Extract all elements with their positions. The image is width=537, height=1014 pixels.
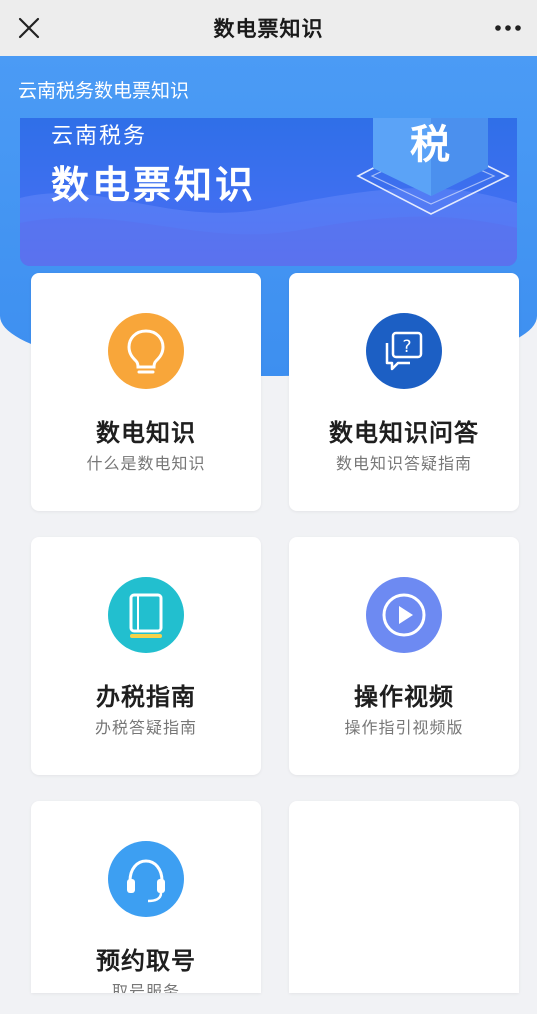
card-digital-knowledge[interactable]: 数电知识 什么是数电知识	[31, 273, 261, 511]
banner-title: 数电票知识	[51, 163, 257, 207]
lightbulb-icon	[108, 313, 184, 389]
question-chat-icon: ?	[366, 313, 442, 389]
card-title: 数电知识问答	[329, 419, 479, 447]
close-icon[interactable]	[14, 13, 44, 43]
hero-heading: 云南税务数电票知识	[18, 80, 190, 102]
card-knowledge-qa[interactable]: ? 数电知识问答 数电知识答疑指南	[289, 273, 519, 511]
card-appointment[interactable]: 预约取号 取号服务	[31, 801, 261, 993]
more-icon[interactable]	[493, 14, 523, 42]
banner-subtitle: 云南税务	[51, 124, 148, 149]
tax-emblem: 税	[356, 118, 510, 215]
card-subtitle: 什么是数电知识	[86, 454, 206, 473]
card-subtitle: 操作指引视频版	[344, 718, 464, 737]
card-operation-video[interactable]: 操作视频 操作指引视频版	[289, 537, 519, 775]
svg-text:?: ?	[402, 337, 411, 357]
card-subtitle: 办税答疑指南	[94, 718, 197, 737]
headset-icon	[108, 841, 184, 917]
card-title: 办税指南	[96, 683, 196, 711]
page-title: 数电票知识	[213, 17, 324, 41]
card-title: 操作视频	[354, 683, 454, 711]
card-subtitle: 取号服务	[111, 982, 180, 993]
card-empty	[289, 801, 519, 993]
banner[interactable]: 云南税务 数电票知识 税	[20, 118, 517, 266]
title-bar: 数电票知识	[0, 0, 537, 56]
card-tax-guide[interactable]: 办税指南 办税答疑指南	[31, 537, 261, 775]
book-icon	[108, 577, 184, 653]
play-icon	[366, 577, 442, 653]
card-subtitle: 数电知识答疑指南	[335, 454, 472, 473]
card-title: 数电知识	[96, 419, 196, 447]
card-title: 预约取号	[96, 947, 196, 975]
emblem-text: 税	[410, 122, 450, 168]
